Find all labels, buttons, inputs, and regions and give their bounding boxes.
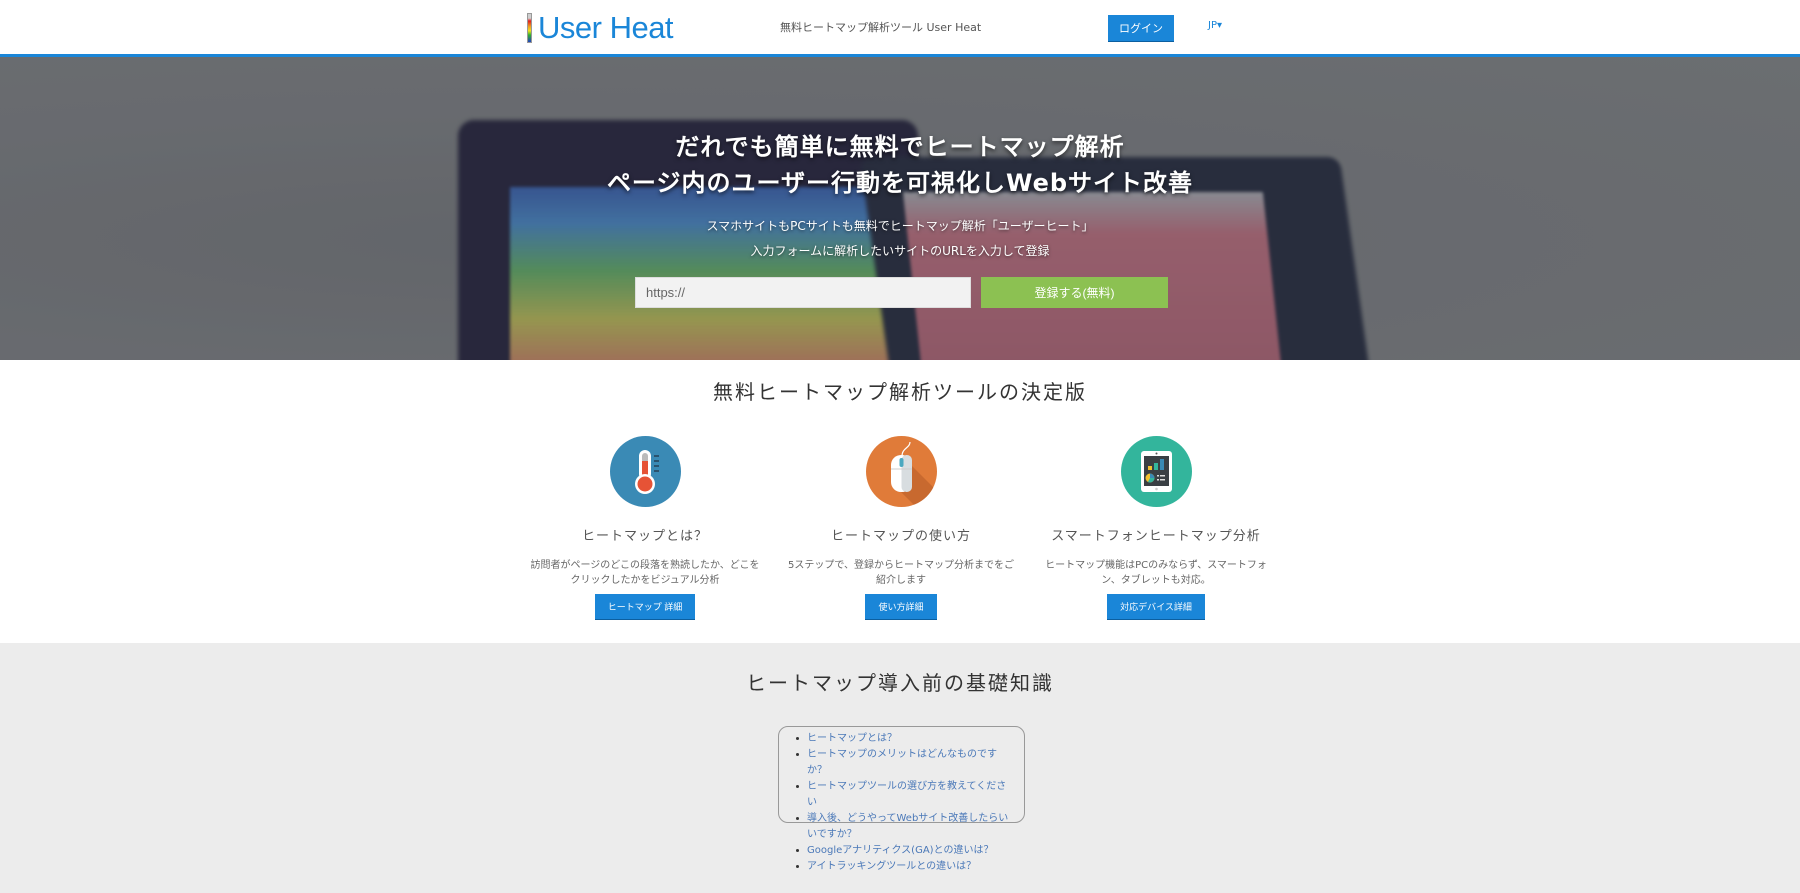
faq-item: アイトラッキングツールとの違いは？: [796, 859, 1016, 875]
hero-title-line1: だれでも簡単に無料でヒートマップ解析: [675, 133, 1125, 161]
knowledge-title: ヒートマップ導入前の基礎知識: [746, 671, 1054, 695]
heat-scale-icon: [527, 13, 532, 43]
logo-link[interactable]: User Heat: [527, 10, 674, 46]
hero-section: だれでも簡単に無料でヒートマップ解析 ページ内のユーザー行動を可視化しWebサイ…: [0, 57, 1800, 360]
feature-card-usage: ヒートマップの使い方 5ステップで、登録からヒートマップ分析までをご紹介します …: [776, 436, 1026, 619]
feature-description: 訪問者がページのどこの段落を熟読したか、どこをクリックしたかをビジュアル分析: [530, 560, 760, 586]
tablet-chart-icon: [1120, 436, 1192, 507]
logo-text: User Heat: [538, 10, 674, 45]
hero-subtitle-line1: スマホサイトもPCサイトも無料でヒートマップ解析「ユーザーヒート」: [706, 219, 1094, 233]
feature-description: ヒートマップ機能はPCのみならず、スマートフォン、タブレットも対応。: [1045, 560, 1267, 586]
login-button[interactable]: ログイン: [1108, 15, 1174, 41]
feature-card-heatmap: ヒートマップとは？ 訪問者がページのどこの段落を熟読したか、どこをクリックしたか…: [520, 436, 770, 619]
faq-list: ヒートマップとは？ ヒートマップのメリットはどんなものですか？ ヒートマップツー…: [796, 731, 1016, 875]
register-button[interactable]: 登録する(無料): [981, 277, 1168, 308]
feature-title: スマートフォンヒートマップ分析: [1051, 529, 1261, 544]
faq-item: ヒートマップツールの選び方を教えてください: [796, 779, 1016, 811]
feature-title: ヒートマップとは？: [581, 529, 708, 544]
header-tagline: 無料ヒートマップ解析ツール User Heat: [780, 21, 982, 34]
heatmap-detail-button[interactable]: ヒートマップ 詳細: [594, 594, 696, 619]
hero-title-line2: ページ内のユーザー行動を可視化しWebサイト改善: [606, 169, 1194, 197]
thermometer-icon: [609, 436, 681, 507]
features-section: 無料ヒートマップ解析ツールの決定版 ヒートマップとは？ 訪問者がページのどこの段…: [0, 360, 1800, 643]
mouse-icon: [865, 436, 937, 507]
knowledge-section: ヒートマップ導入前の基礎知識 ヒートマップとは？ ヒートマップのメリットはどんな…: [0, 643, 1800, 893]
feature-card-smartphone: スマートフォンヒートマップ分析 ヒートマップ機能はPCのみならず、スマートフォン…: [1031, 436, 1281, 619]
faq-link[interactable]: ヒートマップのメリットはどんなものですか？: [807, 749, 997, 776]
faq-item: ヒートマップのメリットはどんなものですか？: [796, 747, 1016, 779]
faq-link[interactable]: ヒートマップツールの選び方を教えてください: [807, 781, 1006, 808]
site-header: User Heat 無料ヒートマップ解析ツール User Heat ログイン J…: [0, 0, 1800, 57]
faq-box: ヒートマップとは？ ヒートマップのメリットはどんなものですか？ ヒートマップツー…: [778, 726, 1025, 872]
features-title: 無料ヒートマップ解析ツールの決定版: [713, 380, 1087, 404]
faq-item: Googleアナリティクス(GA)との違いは？: [796, 843, 1016, 859]
url-input[interactable]: [635, 277, 971, 308]
device-detail-button[interactable]: 対応デバイス詳細: [1107, 594, 1205, 619]
usage-detail-button[interactable]: 使い方詳細: [865, 594, 937, 619]
feature-description: 5ステップで、登録からヒートマップ分析までをご紹介します: [788, 560, 1014, 586]
faq-item: ヒートマップとは？: [796, 731, 1016, 747]
faq-link[interactable]: ヒートマップとは？: [807, 733, 897, 744]
hero-subtitle-line2: 入力フォームに解析したいサイトのURLを入力して登録: [750, 244, 1050, 258]
language-selector[interactable]: JP▾: [1208, 20, 1222, 31]
faq-link[interactable]: アイトラッキングツールとの違いは？: [807, 861, 976, 872]
faq-item: 導入後、どうやってWebサイト改善したらいいですか？: [796, 811, 1016, 843]
feature-title: ヒートマップの使い方: [830, 529, 971, 544]
faq-link[interactable]: Googleアナリティクス(GA)との違いは？: [807, 845, 993, 856]
faq-link[interactable]: 導入後、どうやってWebサイト改善したらいいですか？: [807, 813, 1008, 840]
